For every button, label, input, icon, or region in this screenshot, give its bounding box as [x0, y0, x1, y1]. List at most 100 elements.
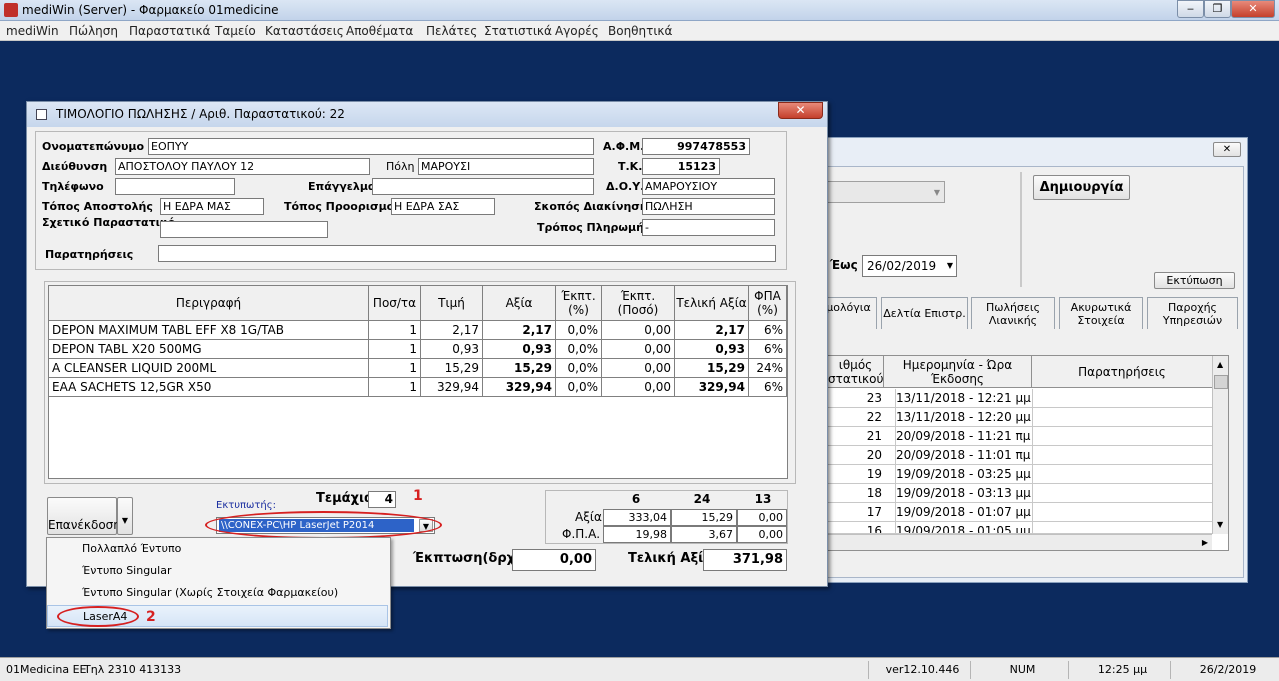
table-row[interactable]: 21 20/09/2018 - 11:21 πμ — [828, 427, 1212, 446]
item-quantity[interactable]: 1 — [369, 378, 421, 397]
create-button[interactable]: Δημιουργία — [1033, 175, 1130, 200]
tab-returns[interactable]: Δελτία Επιστρ. — [881, 297, 968, 329]
item-value[interactable]: 329,94 — [483, 378, 556, 397]
item-vat-pct[interactable]: 6% — [749, 378, 787, 397]
status-time: 12:25 μμ — [1068, 661, 1170, 679]
table-row[interactable]: 16 19/09/2018 - 01:05 μμ — [828, 522, 1212, 534]
item-final-value[interactable]: 2,17 — [675, 321, 749, 340]
item-quantity[interactable]: 1 — [369, 321, 421, 340]
menu-item-reports[interactable]: Καταστάσεις — [265, 24, 344, 38]
item-description[interactable]: DEPON TABL X20 500MG — [49, 340, 369, 359]
item-price[interactable]: 0,93 — [421, 340, 483, 359]
afm-field[interactable]: 997478553 — [642, 138, 750, 155]
phone-field[interactable] — [115, 178, 235, 195]
city-field[interactable]: ΜΑΡΟΥΣΙ — [418, 158, 594, 175]
payment-field[interactable]: - — [642, 219, 775, 236]
item-description[interactable]: A CLEANSER LIQUID 200ML — [49, 359, 369, 378]
scroll-up-icon[interactable]: ▲ — [1217, 360, 1223, 369]
back-combo[interactable]: ▼ — [820, 181, 945, 203]
menu-item-singular-form[interactable]: Έντυπο Singular — [47, 560, 388, 582]
menu-item-singular-no-pharmacy[interactable]: Έντυπο Singular (Χωρίς Στοιχεία Φαρμακεί… — [47, 582, 388, 604]
profession-field[interactable] — [372, 178, 594, 195]
ship-from-field[interactable]: Η ΕΔΡΑ ΜΑΣ — [160, 198, 264, 215]
item-value[interactable]: 2,17 — [483, 321, 556, 340]
grid-header-datetime: Ημερομηνία - Ώρα Έκδοσης — [884, 356, 1032, 388]
item-value[interactable]: 0,93 — [483, 340, 556, 359]
item-discount-amt[interactable]: 0,00 — [602, 359, 675, 378]
item-discount-pct[interactable]: 0,0% — [556, 378, 602, 397]
tab-retail-sales[interactable]: Πωλήσεις Λιανικής — [971, 297, 1055, 329]
menu-item-documents[interactable]: Παραστατικά — [129, 24, 210, 38]
item-discount-pct[interactable]: 0,0% — [556, 321, 602, 340]
menu-item-statistics[interactable]: Στατιστικά — [484, 24, 552, 38]
dialog-title: ΤΙΜΟΛΟΓΙΟ ΠΩΛΗΣΗΣ / Αριθ. Παραστατικού: … — [56, 107, 345, 121]
menu-item-customers[interactable]: Πελάτες — [426, 24, 477, 38]
item-discount-pct[interactable]: 0,0% — [556, 340, 602, 359]
dialog-close-button[interactable]: ✕ — [778, 102, 823, 119]
app-title: mediWin (Server) - Φαρμακείο 01medicine — [22, 3, 279, 17]
table-row[interactable]: 20 20/09/2018 - 11:01 πμ — [828, 446, 1212, 465]
menu-item-purchases[interactable]: Αγορές — [555, 24, 599, 38]
item-price[interactable]: 2,17 — [421, 321, 483, 340]
item-price[interactable]: 329,94 — [421, 378, 483, 397]
value-13: 0,00 — [737, 509, 787, 526]
table-row[interactable]: 17 19/09/2018 - 01:07 μμ — [828, 503, 1212, 522]
item-description[interactable]: EAA SACHETS 12,5GR X50 — [49, 378, 369, 397]
menu-item-utilities[interactable]: Βοηθητικά — [608, 24, 672, 38]
tab-ledgers[interactable]: μολόγια — [820, 297, 877, 329]
menu-item-sales[interactable]: Πώληση — [69, 24, 118, 38]
table-row[interactable]: 18 19/09/2018 - 03:13 μμ — [828, 484, 1212, 503]
table-row[interactable]: 23 13/11/2018 - 12:21 μμ — [828, 389, 1212, 408]
item-vat-pct[interactable]: 24% — [749, 359, 787, 378]
col-value: Αξία — [483, 286, 556, 321]
tab-void-docs[interactable]: Ακυρωτικά Στοιχεία — [1059, 297, 1143, 329]
item-value[interactable]: 15,29 — [483, 359, 556, 378]
name-field[interactable]: ΕΟΠΥΥ — [148, 138, 594, 155]
address-field[interactable]: ΑΠΟΣΤΟΛΟΥ ΠΑΥΛΟΥ 12 — [115, 158, 370, 175]
status-bar: 01Medicina ΕΕ Τηλ 2310 413133 ver12.10.4… — [0, 657, 1279, 681]
item-discount-pct[interactable]: 0,0% — [556, 359, 602, 378]
annotation-ring-2 — [57, 606, 139, 627]
item-vat-pct[interactable]: 6% — [749, 321, 787, 340]
close-button[interactable]: ✕ — [1231, 0, 1275, 18]
item-quantity[interactable]: 1 — [369, 340, 421, 359]
tk-field[interactable]: 15123 — [642, 158, 720, 175]
item-discount-amt[interactable]: 0,00 — [602, 378, 675, 397]
back-close-button[interactable]: ✕ — [1213, 142, 1241, 157]
menu-item-multiple-form[interactable]: Πολλαπλό Έντυπο — [47, 538, 388, 560]
item-discount-amt[interactable]: 0,00 — [602, 340, 675, 359]
item-quantity[interactable]: 1 — [369, 359, 421, 378]
scroll-down-icon[interactable]: ▼ — [1217, 520, 1223, 529]
item-description[interactable]: DEPON MAXIMUM TABL EFF X8 1G/TAB — [49, 321, 369, 340]
to-date-input[interactable]: 26/02/2019 ▼ — [862, 255, 957, 277]
minimize-button[interactable]: ‒ — [1177, 0, 1204, 18]
item-final-value[interactable]: 0,93 — [675, 340, 749, 359]
scroll-thumb[interactable] — [1214, 375, 1228, 389]
reissue-dropdown-button[interactable]: ▼ — [117, 497, 133, 535]
reissue-button[interactable]: Επανέκδοση — [47, 497, 121, 535]
tab-services[interactable]: Παροχής Υπηρεσιών — [1147, 297, 1238, 329]
item-final-value[interactable]: 329,94 — [675, 378, 749, 397]
table-row[interactable]: 22 13/11/2018 - 12:20 μμ — [828, 408, 1212, 427]
menu-item-stock[interactable]: Αποθέματα — [346, 24, 413, 38]
purpose-field[interactable]: ΠΩΛΗΣΗ — [642, 198, 775, 215]
col-price: Τιμή — [421, 286, 483, 321]
table-row[interactable]: 19 19/09/2018 - 03:25 μμ — [828, 465, 1212, 484]
menu-item-mediwin[interactable]: mediWin — [6, 24, 59, 38]
vertical-scrollbar[interactable]: ▲ ▼ — [1212, 356, 1228, 534]
maximize-button[interactable]: ❐ — [1204, 0, 1231, 18]
ship-to-field[interactable]: Η ΕΔΡΑ ΣΑΣ — [391, 198, 495, 215]
item-discount-amt[interactable]: 0,00 — [602, 321, 675, 340]
menu-item-cashier[interactable]: Ταμείο — [215, 24, 256, 38]
horizontal-scrollbar[interactable]: ▶ — [828, 534, 1212, 550]
scroll-right-icon[interactable]: ▶ — [1202, 538, 1208, 547]
item-final-value[interactable]: 15,29 — [675, 359, 749, 378]
item-price[interactable]: 15,29 — [421, 359, 483, 378]
doy-field[interactable]: ΑΜΑΡΟΥΣΙΟΥ — [642, 178, 775, 195]
discount-field[interactable]: 0,00 — [512, 549, 596, 571]
doc-number: 21 — [866, 429, 882, 443]
print-button[interactable]: Εκτύπωση — [1154, 272, 1235, 289]
related-doc-field[interactable] — [160, 221, 328, 238]
item-vat-pct[interactable]: 6% — [749, 340, 787, 359]
notes-field[interactable] — [158, 245, 776, 262]
